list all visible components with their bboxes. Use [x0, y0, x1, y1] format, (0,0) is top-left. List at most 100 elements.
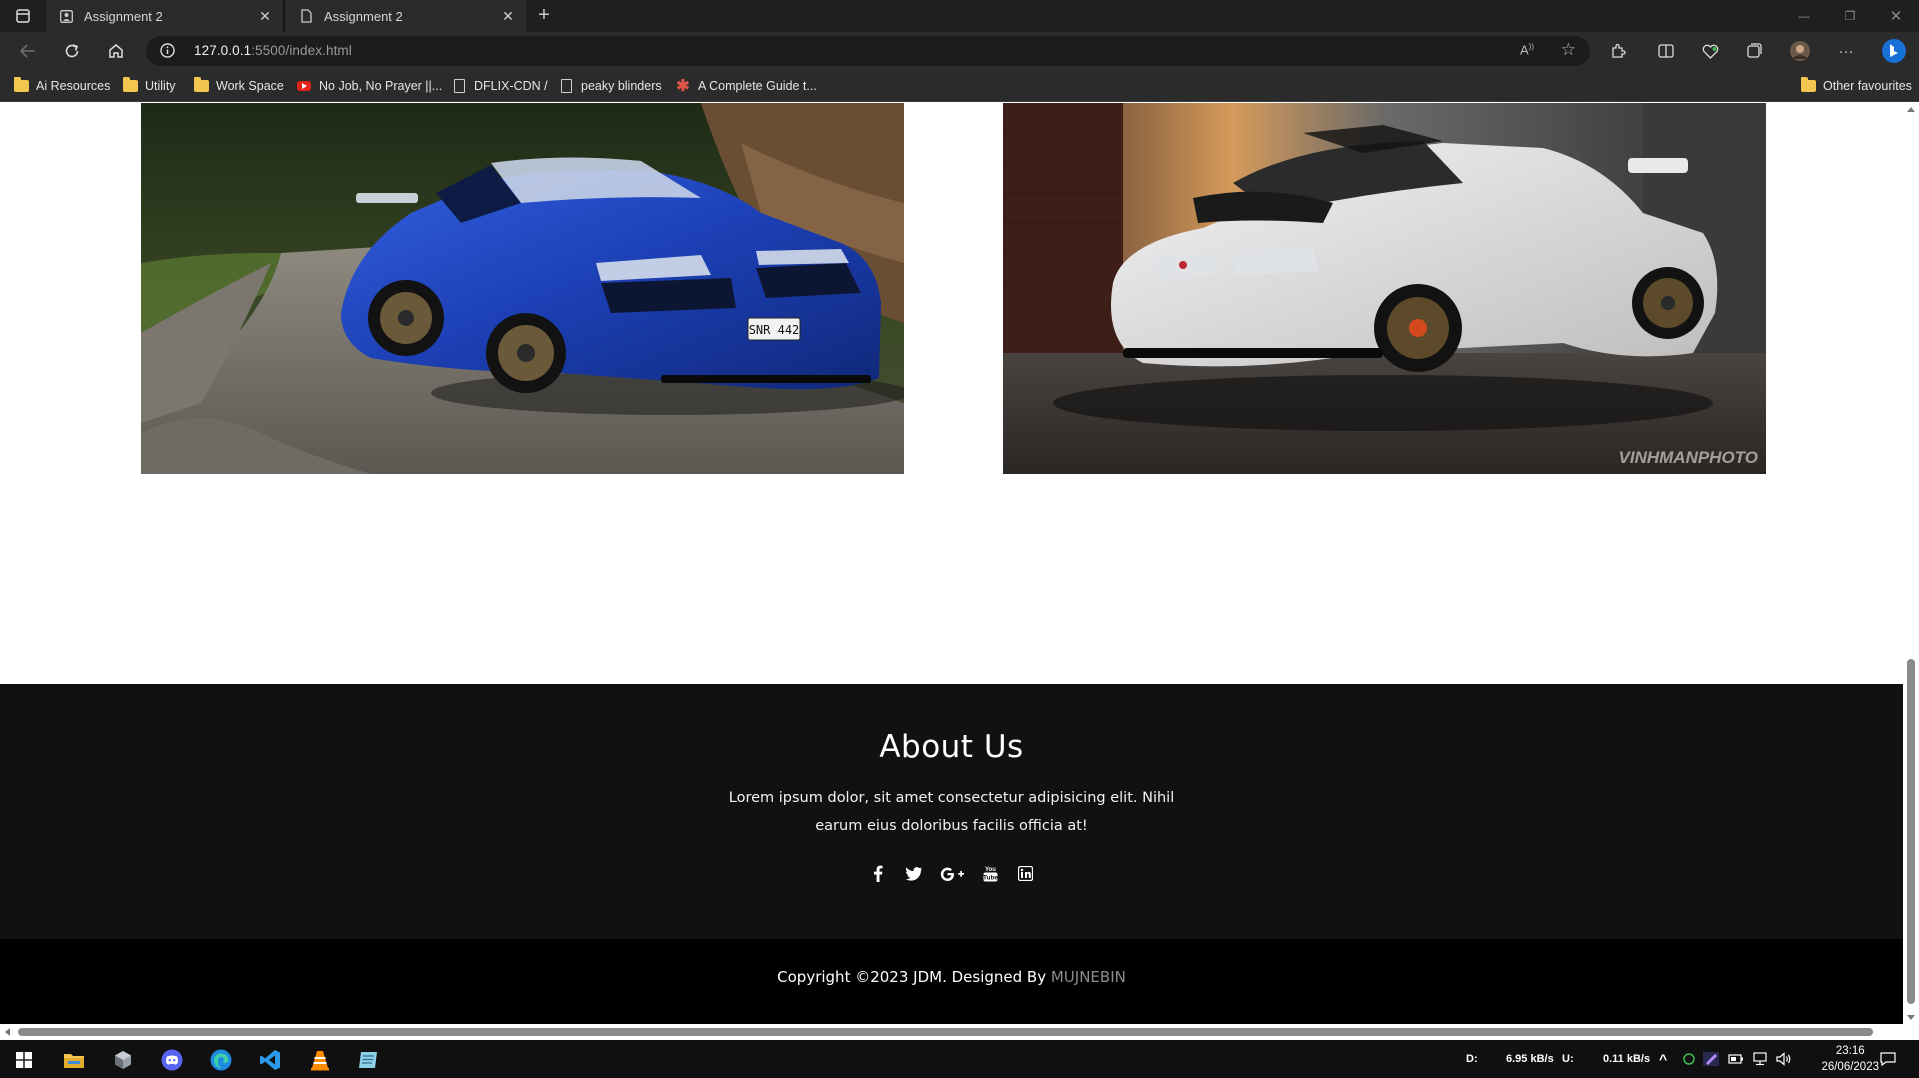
more-options-icon[interactable]: ··· [1832, 38, 1860, 64]
profile-avatar[interactable] [1786, 38, 1814, 64]
refresh-icon[interactable] [58, 38, 86, 64]
address-bar[interactable]: 127.0.0.1:5500/index.html A)) ☆ [146, 36, 1590, 66]
designer-link[interactable]: MUJNEBIN [1051, 968, 1126, 986]
volume-icon[interactable] [1776, 1040, 1792, 1078]
file-explorer-icon[interactable] [54, 1044, 94, 1076]
about-text: Lorem ipsum dolor, sit amet consectetur … [728, 790, 1175, 834]
status-circle-icon[interactable] [1683, 1040, 1695, 1078]
page-icon [558, 79, 574, 93]
bookmark-label: Utility [145, 79, 176, 93]
pen-icon[interactable] [1703, 1040, 1719, 1078]
app-cube-icon[interactable] [103, 1044, 143, 1076]
bookmark-no-job-no-prayer[interactable]: No Job, No Prayer ||... [296, 77, 442, 95]
tab-assignment-2-active[interactable]: Assignment 2 ✕ [286, 0, 526, 32]
car-image-white-impreza: VINHMANPHOTO [1003, 103, 1766, 474]
download-speed-label: D: [1466, 1053, 1478, 1065]
minimize-icon[interactable]: — [1781, 0, 1827, 32]
svg-text:You: You [985, 867, 996, 873]
battery-icon[interactable] [1728, 1040, 1744, 1078]
bookmark-label: A Complete Guide t... [698, 79, 817, 93]
windows-start-icon[interactable] [4, 1044, 44, 1076]
vertical-scrollbar[interactable] [1903, 103, 1919, 1024]
bookmark-utility[interactable]: Utility [122, 77, 176, 95]
tab-strip: Assignment 2 ✕ Assignment 2 ✕ + — ❐ ✕ [0, 0, 1919, 32]
upload-speed-value: 0.11 kB/s [1603, 1053, 1651, 1065]
app-notes-icon[interactable] [348, 1044, 388, 1076]
about-section: About Us Lorem ipsum dolor, sit amet con… [0, 684, 1903, 939]
bookmark-label: peaky blinders [581, 79, 662, 93]
youtube-icon[interactable]: You Tube [982, 865, 999, 882]
url-text: 127.0.0.1:5500/index.html [194, 43, 352, 58]
clock-time: 23:16 [1835, 1045, 1865, 1057]
bookmark-complete-guide[interactable]: ✱ A Complete Guide t... [675, 77, 817, 95]
folder-icon [13, 77, 29, 93]
bookmark-ai-resources[interactable]: Ai Resources [13, 77, 110, 95]
bookmark-dflix-cdn[interactable]: DFLIX-CDN / [451, 77, 548, 95]
svg-text:Tube: Tube [983, 875, 998, 882]
notification-center-icon[interactable] [1880, 1040, 1896, 1078]
scroll-up-icon[interactable] [1907, 107, 1915, 112]
favorite-star-icon[interactable]: ☆ [1561, 40, 1576, 60]
tab-title: Assignment 2 [324, 8, 403, 24]
bookmark-label: Work Space [216, 79, 284, 93]
about-title: About Us [879, 729, 1024, 765]
bookmarks-bar: Ai Resources Utility Work Space No Job, … [0, 70, 1919, 102]
close-window-icon[interactable]: ✕ [1873, 0, 1919, 32]
copyright-text: Copyright ©2023 JDM. Designed By [777, 968, 1051, 986]
linkedin-icon[interactable] [1017, 865, 1034, 882]
restore-icon[interactable]: ❐ [1827, 0, 1873, 32]
windows-taskbar: D: 6.95 kB/s U: 0.11 kB/s ^ 23:16 26/06/… [0, 1040, 1919, 1078]
bing-copilot-icon[interactable] [1878, 38, 1910, 64]
extensions-icon[interactable] [1604, 38, 1632, 64]
copyright-footer: Copyright ©2023 JDM. Designed By MUJNEBI… [0, 939, 1903, 1024]
close-tab-icon[interactable]: ✕ [496, 8, 520, 25]
back-icon[interactable] [14, 38, 42, 64]
clock-date: 26/06/2023 [1821, 1061, 1879, 1073]
horizontal-scrollbar[interactable] [0, 1024, 1919, 1040]
taskbar-clock[interactable]: 23:16 26/06/2023 [1821, 1043, 1879, 1075]
tab-actions-icon[interactable] [10, 6, 36, 26]
discord-icon[interactable] [152, 1044, 192, 1076]
close-tab-icon[interactable]: ✕ [253, 8, 277, 25]
network-icon[interactable] [1752, 1040, 1768, 1078]
horizontal-scroll-thumb[interactable] [18, 1028, 1873, 1036]
car-image-blue-skyline: SNR 442 [141, 103, 904, 474]
show-hidden-icons-chevron[interactable]: ^ [1659, 1040, 1667, 1078]
site-info-icon[interactable] [160, 43, 175, 63]
folder-icon [193, 77, 209, 93]
read-aloud-icon[interactable]: A)) [1520, 42, 1534, 57]
new-tab-button[interactable]: + [532, 4, 556, 28]
window-controls: — ❐ ✕ [1781, 0, 1919, 32]
upload-speed-label: U: [1562, 1053, 1574, 1065]
photo-watermark: VINHMANPHOTO [1619, 448, 1758, 467]
scroll-down-icon[interactable] [1907, 1015, 1915, 1020]
bookmark-work-space[interactable]: Work Space [193, 77, 284, 95]
split-screen-icon[interactable] [1652, 38, 1680, 64]
asterisk-icon: ✱ [676, 78, 690, 95]
bookmark-other-favourites[interactable]: Other favourites [1800, 77, 1912, 95]
tab-assignment-2-first[interactable]: Assignment 2 ✕ [46, 0, 284, 32]
scroll-left-icon[interactable] [5, 1028, 10, 1036]
vscode-icon[interactable] [250, 1044, 290, 1076]
browser-essentials-icon[interactable] [1696, 38, 1724, 64]
browser-toolbar: 127.0.0.1:5500/index.html A)) ☆ ··· [0, 32, 1919, 70]
bookmark-peaky-blinders[interactable]: peaky blinders [558, 77, 662, 95]
collections-icon[interactable] [1740, 38, 1768, 64]
twitter-icon[interactable] [905, 865, 922, 882]
vlc-icon[interactable] [300, 1044, 340, 1076]
folder-icon [122, 77, 138, 93]
download-speed-value: 6.95 kB/s [1506, 1053, 1554, 1065]
home-icon[interactable] [102, 38, 130, 64]
tab-title: Assignment 2 [84, 8, 163, 24]
youtube-icon [296, 79, 312, 93]
page-icon [299, 9, 313, 23]
google-plus-icon[interactable] [940, 865, 964, 882]
bookmark-label: DFLIX-CDN / [474, 79, 548, 93]
vertical-scroll-thumb[interactable] [1907, 659, 1915, 1004]
edge-browser-icon[interactable] [201, 1044, 241, 1076]
bookmark-label: Ai Resources [36, 79, 111, 93]
facebook-icon[interactable] [870, 865, 887, 882]
profile-page-icon [59, 9, 73, 23]
license-plate-text: SNR 442 [749, 323, 800, 337]
social-links: You Tube [870, 865, 1034, 882]
